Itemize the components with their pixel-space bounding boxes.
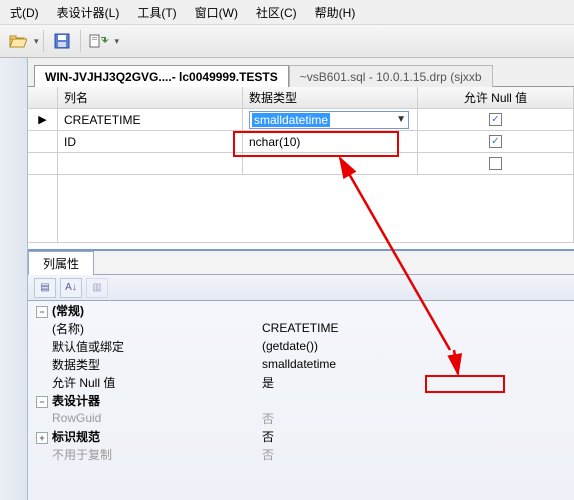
checkbox-allow-null-new[interactable]	[489, 157, 502, 170]
menu-item-designer[interactable]: 表设计器(L)	[53, 2, 124, 22]
combo-selected: smalldatetime	[252, 113, 330, 127]
cell-null-createtime[interactable]: ✓	[418, 109, 574, 131]
folder-open-icon[interactable]	[4, 28, 32, 54]
left-sidebar[interactable]	[0, 58, 28, 500]
collapse-icon-2[interactable]: −	[36, 396, 48, 408]
columns-grid: 列名 数据类型 允许 Null 值 ▶ CREATETIME smalldate…	[28, 86, 574, 243]
tab-active[interactable]: WIN-JVJHJ3Q2GVG....- lc0049999.TESTS	[34, 65, 289, 87]
grid-empty-area	[28, 175, 574, 243]
menu-bar: 式(D) 表设计器(L) 工具(T) 窗口(W) 社区(C) 帮助(H)	[0, 0, 574, 24]
toolbar-divider	[43, 30, 44, 52]
sort-categorized-icon[interactable]: ▤	[34, 278, 56, 298]
prop-row-name[interactable]: (名称) CREATETIME	[28, 319, 574, 337]
main-panel: WIN-JVJHJ3Q2GVG....- lc0049999.TESTS ~vs…	[28, 58, 574, 500]
toolbar: ▾ ▾	[0, 24, 574, 58]
change-type-icon[interactable]	[85, 28, 113, 54]
cell-type-id[interactable]: nchar(10)	[243, 131, 418, 153]
sort-alpha-icon[interactable]: A↓	[60, 278, 82, 298]
prop-row-allownull[interactable]: 允许 Null 值 是	[28, 373, 574, 391]
cell-type-new[interactable]	[243, 153, 418, 175]
data-type-combobox[interactable]: smalldatetime ▼	[249, 111, 409, 129]
header-column-name[interactable]: 列名	[58, 87, 243, 109]
grid-row-createtime[interactable]: ▶ CREATETIME smalldatetime ▼ ✓	[28, 109, 574, 131]
prop-pages-icon[interactable]: ▥	[86, 278, 108, 298]
expand-icon[interactable]: +	[36, 432, 48, 444]
prop-tab-column[interactable]: 列属性	[28, 251, 94, 275]
grid-header-row: 列名 数据类型 允许 Null 值	[28, 87, 574, 109]
prop-grid: −(常规) (名称) CREATETIME 默认值或绑定 (getdate())…	[28, 301, 574, 500]
cell-name-id[interactable]: ID	[58, 131, 243, 153]
checkbox-allow-null-0[interactable]: ✓	[489, 113, 502, 126]
menu-item-tools[interactable]: 工具(T)	[133, 2, 180, 22]
cell-null-new[interactable]	[418, 153, 574, 175]
cell-null-id[interactable]: ✓	[418, 131, 574, 153]
header-blank	[28, 87, 58, 109]
cell-name-new[interactable]	[58, 153, 243, 175]
checkbox-allow-null-1[interactable]: ✓	[489, 135, 502, 148]
cell-type-createtime[interactable]: smalldatetime ▼	[243, 109, 418, 131]
collapse-icon[interactable]: −	[36, 306, 48, 318]
grid-row-id[interactable]: ID nchar(10) ✓	[28, 131, 574, 153]
chevron-down-icon[interactable]: ▼	[396, 114, 406, 125]
prop-row-default[interactable]: 默认值或绑定 (getdate())	[28, 337, 574, 355]
prop-row-rowguid[interactable]: RowGuid 否	[28, 409, 574, 427]
workspace: WIN-JVJHJ3Q2GVG....- lc0049999.TESTS ~vs…	[0, 58, 574, 500]
prop-group-designer[interactable]: −表设计器	[28, 391, 574, 409]
tab-inactive[interactable]: ~vsB601.sql - 10.0.1.15.drp (sjxxb	[289, 65, 493, 87]
row-indicator-2	[28, 153, 58, 175]
prop-value-default: (getdate())	[258, 339, 574, 353]
prop-tab-spacer	[94, 251, 574, 275]
cell-name-createtime[interactable]: CREATETIME	[58, 109, 243, 131]
prop-group-general[interactable]: −(常规)	[28, 301, 574, 319]
prop-tab-strip: 列属性	[28, 251, 574, 275]
column-properties-panel: 列属性 ▤ A↓ ▥ −(常规) (名称) CREATETIME 默认值或绑定 …	[28, 249, 574, 500]
header-allow-null[interactable]: 允许 Null 值	[418, 87, 574, 109]
prop-row-identity[interactable]: +标识规范 否	[28, 427, 574, 445]
save-icon[interactable]	[48, 28, 76, 54]
menu-item-help[interactable]: 帮助(H)	[311, 2, 360, 22]
toolbar-divider-2	[80, 30, 81, 52]
document-tabs: WIN-JVJHJ3Q2GVG....- lc0049999.TESTS ~vs…	[28, 58, 574, 86]
row-indicator-1	[28, 131, 58, 153]
menu-item-format[interactable]: 式(D)	[6, 2, 43, 22]
menu-item-window[interactable]: 窗口(W)	[191, 2, 242, 22]
prop-toolbar: ▤ A↓ ▥	[28, 275, 574, 301]
menu-item-community[interactable]: 社区(C)	[252, 2, 301, 22]
prop-row-notforrepl[interactable]: 不用于复制 否	[28, 445, 574, 463]
prop-row-datatype[interactable]: 数据类型 smalldatetime	[28, 355, 574, 373]
header-data-type[interactable]: 数据类型	[243, 87, 418, 109]
grid-row-new[interactable]	[28, 153, 574, 175]
row-indicator: ▶	[28, 109, 58, 131]
